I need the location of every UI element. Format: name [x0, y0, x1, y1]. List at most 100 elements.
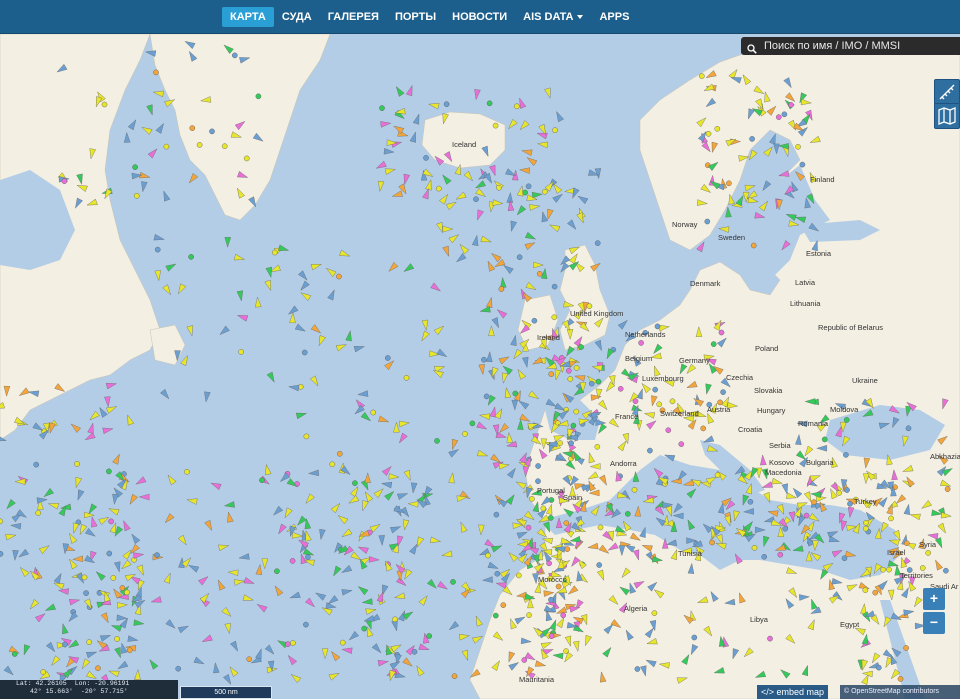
vessel-marker-anchored[interactable]	[705, 130, 712, 137]
vessel-marker-anchored[interactable]	[595, 378, 602, 385]
vessel-marker-anchored[interactable]	[803, 512, 810, 519]
search-box[interactable]	[741, 37, 960, 55]
vessel-marker-anchored[interactable]	[588, 380, 595, 387]
vessel-marker-anchored[interactable]	[726, 180, 732, 187]
vessel-marker-anchored[interactable]	[596, 562, 603, 568]
vessel-marker-anchored[interactable]	[564, 546, 571, 552]
vessel-marker-anchored[interactable]	[106, 468, 112, 475]
vessel-marker-anchored[interactable]	[551, 314, 558, 321]
vessel-marker-anchored[interactable]	[231, 52, 238, 59]
vessel-marker-anchored[interactable]	[903, 645, 909, 651]
vessel-marker-anchored[interactable]	[548, 371, 555, 377]
vessel-marker-anchored[interactable]	[863, 525, 869, 532]
vessel-marker-anchored[interactable]	[514, 103, 520, 110]
vessel-marker-anchored[interactable]	[423, 155, 429, 161]
vessel-marker-anchored[interactable]	[888, 515, 894, 522]
vessel-marker-anchored[interactable]	[720, 389, 726, 395]
vessel-marker-anchored[interactable]	[271, 249, 278, 256]
vessel-marker-anchored[interactable]	[361, 625, 368, 632]
vessel-marker-anchored[interactable]	[451, 673, 458, 680]
vessel-marker-anchored[interactable]	[799, 161, 806, 168]
vessel-marker-anchored[interactable]	[905, 425, 912, 432]
vessel-marker-anchored[interactable]	[594, 443, 601, 450]
vessel-marker-anchored[interactable]	[336, 450, 343, 457]
zoom-in-button[interactable]: +	[923, 588, 945, 610]
vessel-marker-anchored[interactable]	[154, 246, 161, 253]
vessel-marker-anchored[interactable]	[259, 477, 265, 484]
vessel-marker-anchored[interactable]	[548, 633, 555, 639]
vessel-marker-anchored[interactable]	[678, 441, 685, 447]
vessel-marker-anchored[interactable]	[284, 641, 291, 648]
vessel-marker-anchored[interactable]	[274, 568, 280, 575]
vessel-marker-anchored[interactable]	[35, 510, 42, 516]
vessel-marker-anchored[interactable]	[944, 486, 951, 492]
vessel-marker-anchored[interactable]	[535, 463, 541, 469]
vessel-marker-anchored[interactable]	[781, 111, 788, 118]
layers-button[interactable]	[934, 103, 960, 129]
vessel-marker-anchored[interactable]	[776, 114, 782, 120]
vessel-marker-anchored[interactable]	[821, 436, 828, 443]
vessel-marker-anchored[interactable]	[525, 524, 532, 531]
vessel-marker-anchored[interactable]	[473, 196, 479, 202]
vessel-marker-anchored[interactable]	[652, 386, 659, 393]
vessel-marker-anchored[interactable]	[843, 417, 850, 423]
vessel-marker-anchored[interactable]	[704, 218, 711, 225]
zoom-out-button[interactable]: −	[923, 612, 945, 634]
vessel-marker-anchored[interactable]	[568, 440, 574, 446]
vessel-marker-anchored[interactable]	[897, 676, 904, 682]
vessel-marker-anchored[interactable]	[403, 374, 410, 381]
vessel-marker-anchored[interactable]	[493, 511, 500, 518]
vessel-marker-anchored[interactable]	[95, 665, 101, 672]
vessel-marker-anchored[interactable]	[714, 472, 721, 478]
vessel-marker-anchored[interactable]	[706, 401, 713, 408]
vessel-marker-anchored[interactable]	[904, 540, 910, 547]
vessel-marker-anchored[interactable]	[481, 356, 487, 363]
vessel-marker-anchored[interactable]	[555, 583, 562, 590]
vessel-marker-anchored[interactable]	[246, 656, 252, 663]
vessel-marker-anchored[interactable]	[209, 128, 215, 135]
vessel-marker-anchored[interactable]	[108, 518, 114, 525]
vessel-marker-anchored[interactable]	[557, 440, 563, 446]
vessel-marker-anchored[interactable]	[578, 344, 584, 350]
vessel-marker-anchored[interactable]	[132, 164, 138, 170]
vessel-marker-anchored[interactable]	[638, 340, 644, 346]
vessel-marker-anchored[interactable]	[862, 587, 869, 593]
vessel-marker-anchored[interactable]	[594, 240, 601, 246]
vessel-marker-anchored[interactable]	[767, 635, 773, 642]
vessel-marker-anchored[interactable]	[483, 393, 490, 400]
vessel-marker-anchored[interactable]	[496, 184, 502, 191]
vessel-marker-anchored[interactable]	[656, 401, 663, 408]
vessel-marker-anchored[interactable]	[710, 341, 717, 347]
vessel-marker-anchored[interactable]	[542, 188, 548, 195]
vessel-marker-anchored[interactable]	[563, 520, 570, 526]
vessel-marker-anchored[interactable]	[570, 422, 577, 429]
vessel-marker-anchored[interactable]	[625, 511, 631, 517]
vessel-marker-anchored[interactable]	[788, 102, 794, 108]
vessel-marker-anchored[interactable]	[558, 490, 565, 496]
vessel-marker-anchored[interactable]	[110, 575, 117, 581]
vessel-marker-anchored[interactable]	[647, 447, 653, 454]
vessel-marker-anchored[interactable]	[188, 254, 194, 260]
vessel-marker-anchored[interactable]	[811, 499, 817, 505]
vessel-marker-anchored[interactable]	[40, 669, 47, 675]
vessel-marker-anchored[interactable]	[435, 185, 442, 192]
vessel-marker-anchored[interactable]	[486, 100, 493, 107]
nav-gallery[interactable]: ГАЛЕРЕЯ	[320, 7, 387, 27]
vessel-marker-anchored[interactable]	[836, 490, 842, 496]
nav-ships[interactable]: СУДА	[274, 7, 320, 27]
vessel-marker-anchored[interactable]	[529, 496, 535, 502]
vessel-marker-anchored[interactable]	[659, 407, 666, 414]
vessel-marker-anchored[interactable]	[777, 551, 784, 558]
vessel-marker-anchored[interactable]	[124, 589, 130, 596]
vessel-marker-anchored[interactable]	[494, 570, 501, 577]
vessel-marker-anchored[interactable]	[255, 93, 262, 100]
vessel-marker-anchored[interactable]	[886, 566, 892, 573]
vessel-marker-anchored[interactable]	[751, 545, 758, 551]
vessel-marker-anchored[interactable]	[750, 242, 757, 249]
nav-apps[interactable]: APPS	[591, 7, 637, 27]
vessel-marker-anchored[interactable]	[336, 273, 342, 280]
vessel-marker-anchored[interactable]	[329, 461, 336, 468]
vessel-marker-anchored[interactable]	[548, 515, 554, 521]
vessel-marker-anchored[interactable]	[560, 612, 567, 619]
vessel-marker-anchored[interactable]	[943, 567, 949, 574]
